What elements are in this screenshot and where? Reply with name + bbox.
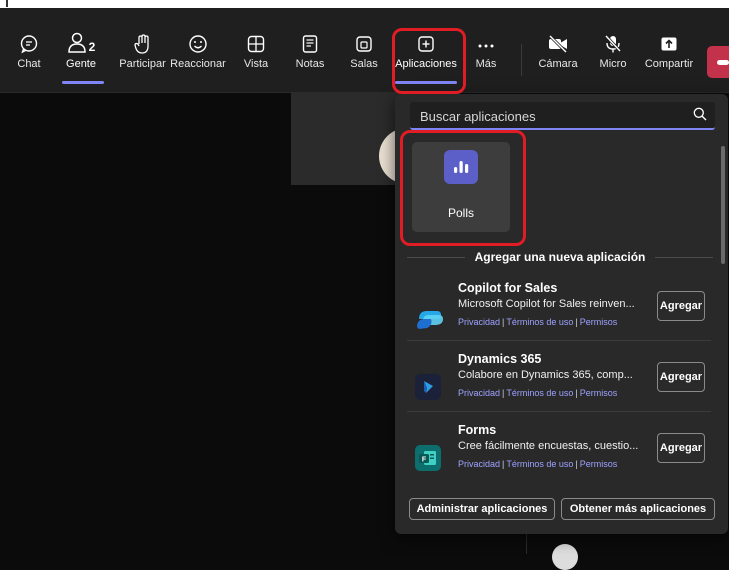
link-separator: | bbox=[575, 317, 578, 327]
forms-icon: F bbox=[415, 445, 441, 471]
link-separator: | bbox=[575, 459, 578, 469]
leave-button[interactable] bbox=[707, 46, 729, 78]
terms-link[interactable]: Términos de uso bbox=[506, 317, 573, 327]
copilot-icon bbox=[415, 303, 443, 329]
permissions-link[interactable]: Permisos bbox=[580, 459, 618, 469]
share-icon bbox=[659, 28, 679, 54]
raise-hand-button[interactable]: Participar bbox=[115, 28, 170, 78]
people-label: Gente bbox=[66, 58, 96, 70]
title-strip bbox=[0, 0, 729, 8]
raise-hand-icon bbox=[133, 28, 152, 54]
chat-button[interactable]: Chat bbox=[13, 28, 45, 78]
app-name: Copilot for Sales bbox=[458, 281, 558, 295]
search-icon[interactable] bbox=[693, 107, 707, 126]
app-links: Privacidad | Términos de uso | Permisos bbox=[458, 317, 617, 327]
app-description: Microsoft Copilot for Sales reinven... bbox=[458, 298, 635, 310]
permissions-link[interactable]: Permisos bbox=[580, 388, 618, 398]
people-icon: 2 bbox=[67, 28, 96, 54]
add-app-button[interactable]: Agregar bbox=[657, 362, 705, 392]
add-app-section-header: Agregar una nueva aplicación bbox=[407, 250, 713, 264]
privacy-link[interactable]: Privacidad bbox=[458, 317, 500, 327]
corner-mark bbox=[6, 0, 8, 7]
app-name: Forms bbox=[458, 423, 497, 437]
share-label: Compartir bbox=[644, 58, 694, 70]
notes-label: Notas bbox=[295, 58, 325, 70]
app-links: Privacidad | Términos de uso | Permisos bbox=[458, 388, 617, 398]
rooms-button[interactable]: Salas bbox=[348, 28, 380, 78]
permissions-link[interactable]: Permisos bbox=[580, 317, 618, 327]
meeting-toolbar: Chat 2 Gente Participar Reaccionar Vista… bbox=[0, 8, 729, 93]
chat-icon bbox=[19, 28, 39, 54]
get-more-apps-button[interactable]: Obtener más aplicaciones bbox=[561, 498, 715, 520]
mic-off-icon bbox=[603, 28, 623, 54]
suggested-app-forms: F Forms Cree fácilmente encuestas, cuest… bbox=[395, 423, 717, 491]
row-divider bbox=[407, 340, 711, 341]
divider bbox=[407, 256, 465, 258]
rooms-label: Salas bbox=[350, 58, 378, 70]
privacy-link[interactable]: Privacidad bbox=[458, 388, 500, 398]
more-label: Más bbox=[475, 58, 497, 70]
row-divider bbox=[407, 411, 711, 412]
link-separator: | bbox=[502, 388, 505, 398]
add-app-button[interactable]: Agregar bbox=[657, 433, 705, 463]
svg-text:F: F bbox=[422, 457, 427, 464]
mic-label: Micro bbox=[599, 58, 627, 70]
highlight-apps-button bbox=[392, 28, 466, 94]
people-button[interactable]: 2 Gente bbox=[60, 28, 104, 84]
raise-hand-label: Participar bbox=[119, 58, 166, 70]
phone-icon bbox=[717, 60, 729, 65]
divider bbox=[655, 256, 713, 258]
dynamics-icon bbox=[415, 374, 441, 400]
active-tab-indicator bbox=[62, 81, 104, 84]
suggested-app-dynamics: Dynamics 365 Colabore en Dynamics 365, c… bbox=[395, 352, 717, 420]
section-title: Agregar una nueva aplicación bbox=[474, 250, 646, 264]
link-separator: | bbox=[502, 459, 505, 469]
share-button[interactable]: Compartir bbox=[644, 28, 694, 78]
add-app-button[interactable]: Agregar bbox=[657, 291, 705, 321]
scrollbar[interactable] bbox=[721, 146, 725, 264]
toolbar-divider bbox=[521, 44, 522, 76]
camera-button[interactable]: Cámara bbox=[538, 28, 578, 78]
rooms-icon bbox=[354, 28, 374, 54]
app-description: Colabore en Dynamics 365, comp... bbox=[458, 369, 633, 381]
view-label: Vista bbox=[243, 58, 269, 70]
link-separator: | bbox=[502, 317, 505, 327]
smile-icon bbox=[188, 28, 208, 54]
grid-icon bbox=[246, 28, 266, 54]
participant-avatar-bottom bbox=[552, 544, 578, 570]
app-name: Dynamics 365 bbox=[458, 352, 542, 366]
highlight-polls-card bbox=[400, 130, 526, 246]
notes-button[interactable]: Notas bbox=[293, 28, 327, 78]
search-box[interactable] bbox=[410, 102, 715, 130]
camera-label: Cámara bbox=[538, 58, 578, 70]
search-input[interactable] bbox=[418, 102, 682, 130]
terms-link[interactable]: Términos de uso bbox=[506, 459, 573, 469]
privacy-link[interactable]: Privacidad bbox=[458, 459, 500, 469]
camera-off-icon bbox=[547, 28, 569, 54]
more-button[interactable]: Más bbox=[470, 28, 502, 78]
manage-apps-button[interactable]: Administrar aplicaciones bbox=[409, 498, 555, 520]
people-count: 2 bbox=[88, 40, 96, 54]
app-description: Cree fácilmente encuestas, cuestio... bbox=[458, 440, 639, 452]
link-separator: | bbox=[575, 388, 578, 398]
more-icon bbox=[476, 28, 496, 54]
react-label: Reaccionar bbox=[170, 58, 226, 70]
chat-label: Chat bbox=[17, 58, 41, 70]
mic-button[interactable]: Micro bbox=[596, 28, 630, 78]
react-button[interactable]: Reaccionar bbox=[170, 28, 226, 78]
view-button[interactable]: Vista bbox=[240, 28, 272, 78]
notes-icon bbox=[301, 28, 319, 54]
terms-link[interactable]: Términos de uso bbox=[506, 388, 573, 398]
app-links: Privacidad | Términos de uso | Permisos bbox=[458, 459, 617, 469]
suggested-app-copilot: Copilot for Sales Microsoft Copilot for … bbox=[395, 281, 717, 349]
